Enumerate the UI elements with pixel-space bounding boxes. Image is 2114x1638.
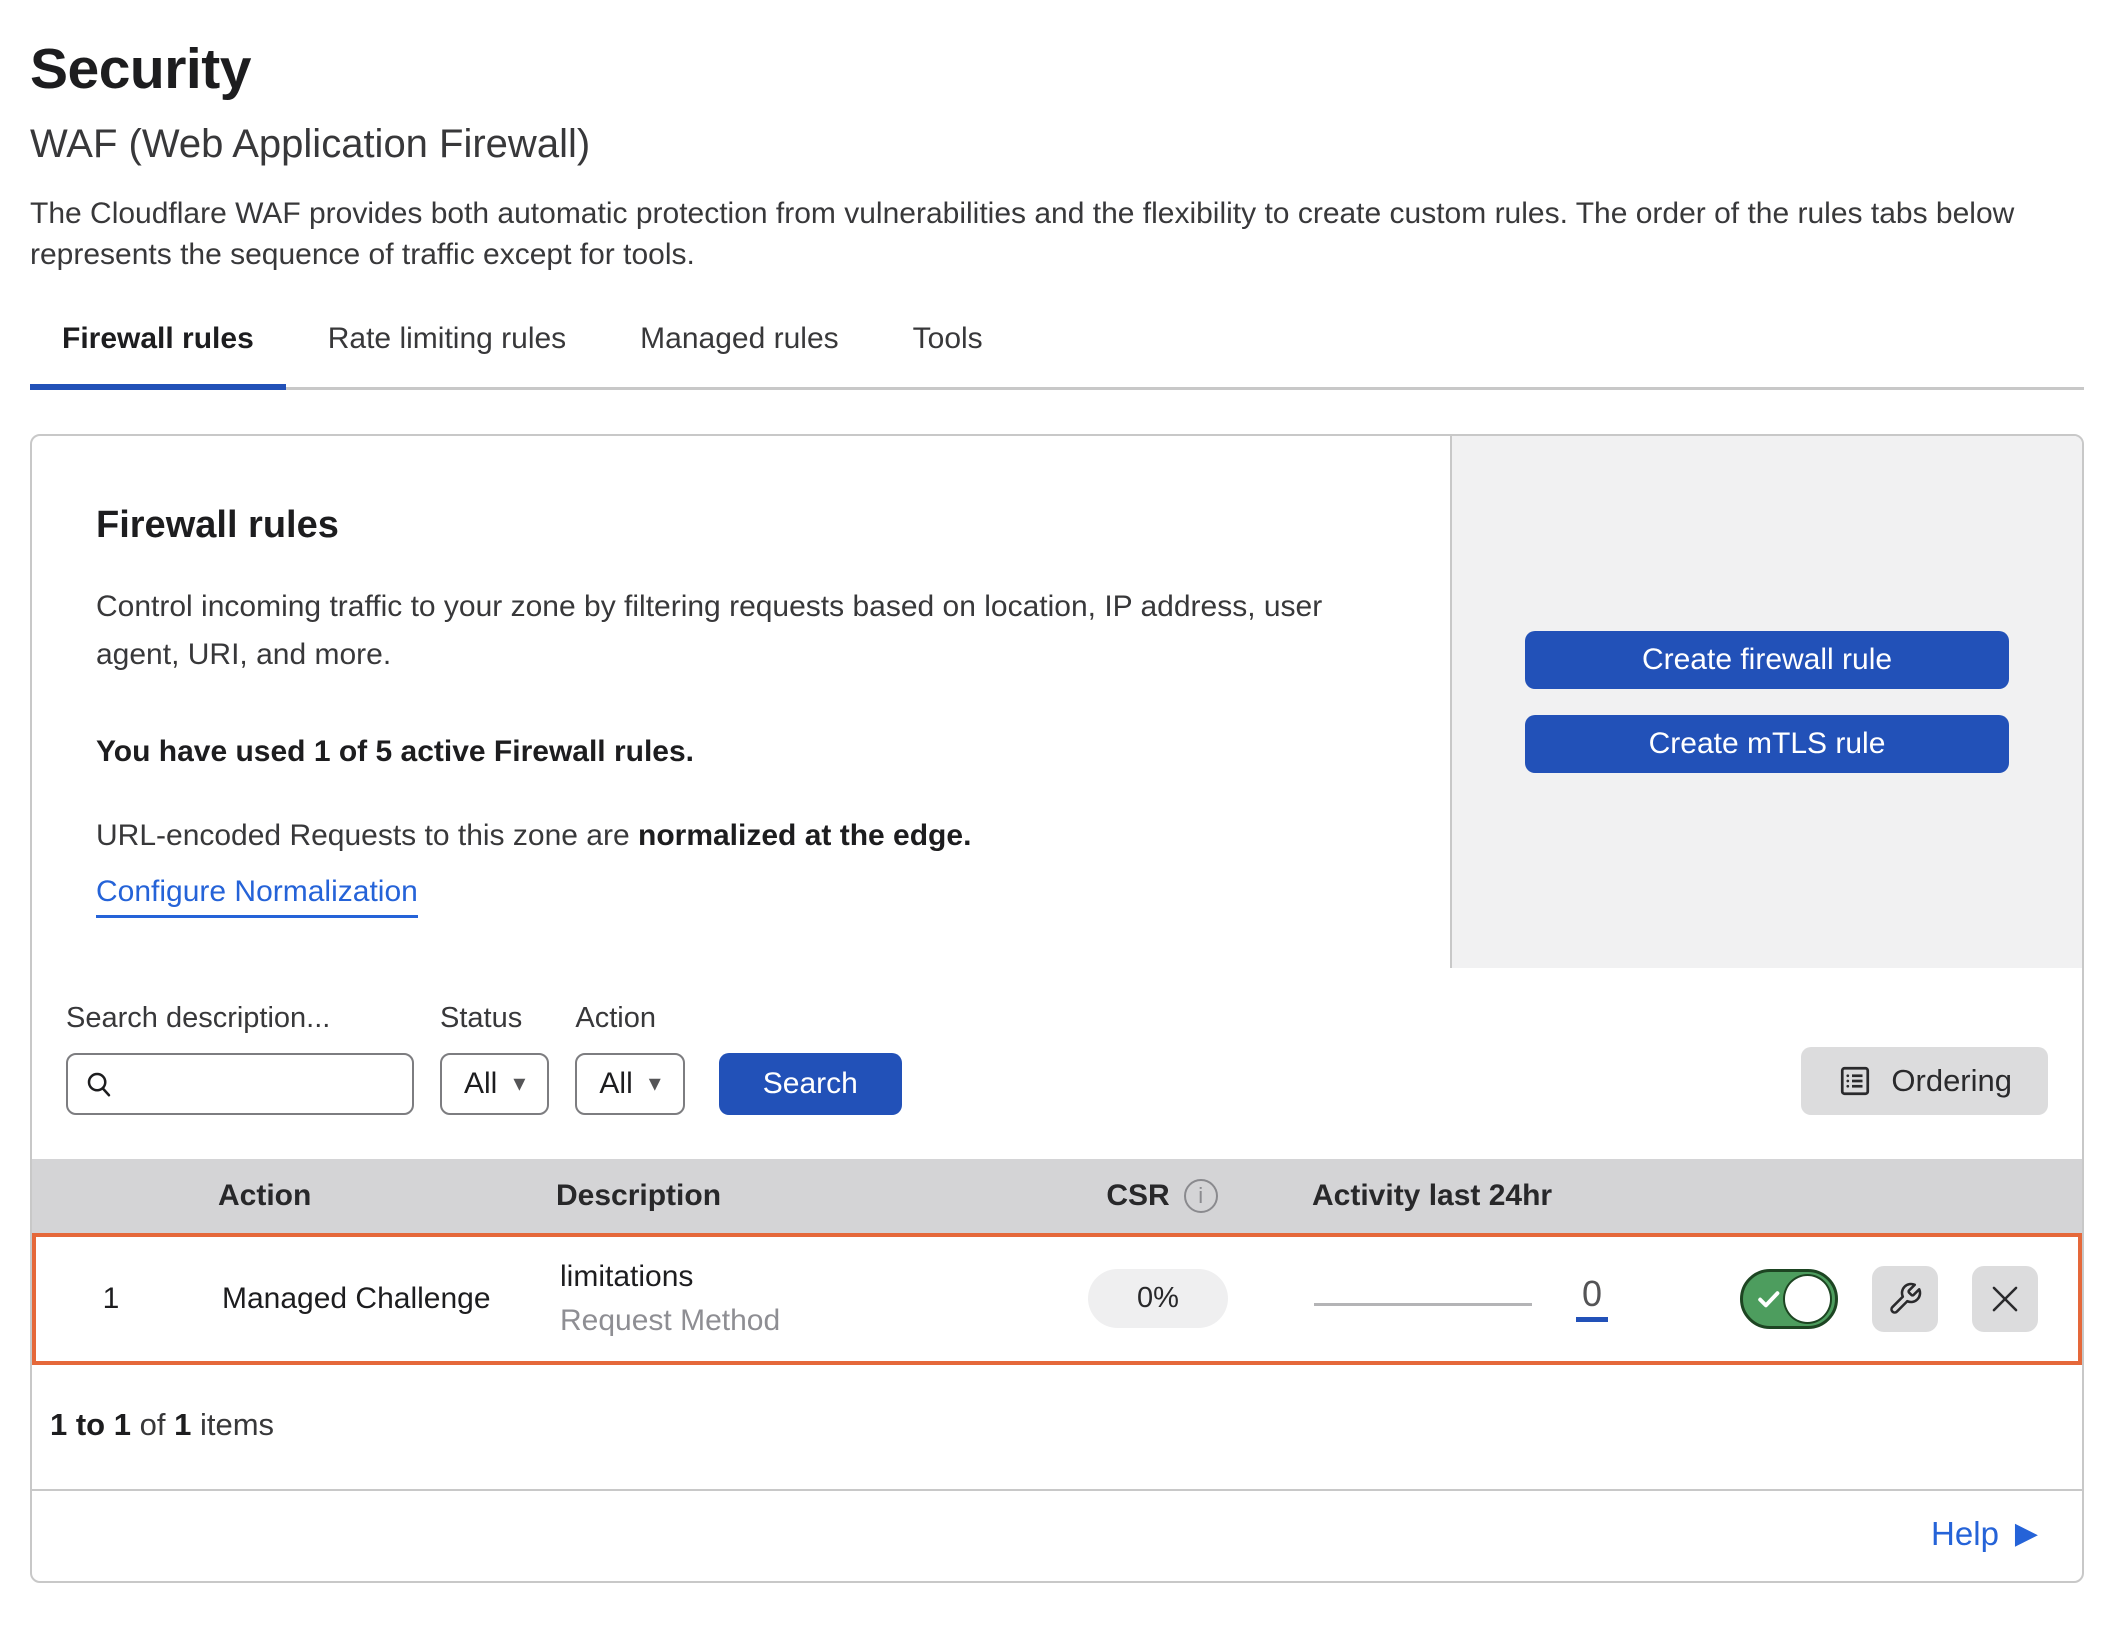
csr-badge: 0% xyxy=(1088,1269,1228,1328)
edit-rule-button[interactable] xyxy=(1872,1266,1938,1332)
rule-csr-cell: 0% xyxy=(1008,1269,1308,1328)
tab-tools[interactable]: Tools xyxy=(881,322,1015,390)
header-action: Action xyxy=(182,1179,542,1213)
table-row: 1 Managed Challenge limitations Request … xyxy=(32,1233,2082,1365)
tab-firewall-rules[interactable]: Firewall rules xyxy=(30,322,286,390)
page-intro: The Cloudflare WAF provides both automat… xyxy=(30,193,2084,276)
header-description: Description xyxy=(542,1179,1012,1213)
rule-controls xyxy=(1738,1266,2078,1332)
tab-rate-limiting-rules[interactable]: Rate limiting rules xyxy=(296,322,598,390)
action-dropdown-value: All xyxy=(599,1067,632,1101)
rule-match-field: Request Method xyxy=(560,1304,1008,1338)
rule-priority: 1 xyxy=(36,1282,186,1316)
search-label: Search description... xyxy=(66,1002,414,1035)
action-label: Action xyxy=(575,1002,684,1035)
help-link[interactable]: Help xyxy=(1931,1515,1999,1553)
activity-count-link[interactable]: 0 xyxy=(1576,1275,1608,1322)
arrow-right-icon: ▶ xyxy=(2015,1519,2038,1549)
tab-bar: Firewall rules Rate limiting rules Manag… xyxy=(30,322,2084,390)
card-info: Firewall rules Control incoming traffic … xyxy=(32,436,1450,968)
filter-bar: Search description... Status All ▾ Actio… xyxy=(32,968,2082,1159)
rule-description-cell: limitations Request Method xyxy=(546,1260,1008,1338)
search-box xyxy=(66,1053,414,1115)
rule-activity-cell: 0 xyxy=(1308,1275,1738,1322)
activity-sparkline xyxy=(1314,1303,1532,1306)
header-activity: Activity last 24hr xyxy=(1312,1179,1742,1213)
info-icon[interactable]: i xyxy=(1184,1179,1218,1213)
search-input[interactable] xyxy=(124,1067,396,1101)
normalization-note-bold: normalized at the edge. xyxy=(638,819,971,852)
status-label: Status xyxy=(440,1002,549,1035)
action-filter-group: Action All ▾ xyxy=(575,1002,684,1115)
pagination-range: 1 to 1 xyxy=(50,1407,131,1442)
tab-managed-rules[interactable]: Managed rules xyxy=(608,322,870,390)
page-title: Security xyxy=(30,36,2084,102)
delete-rule-button[interactable] xyxy=(1972,1266,2038,1332)
check-icon xyxy=(1755,1285,1783,1313)
pagination-total: 1 xyxy=(174,1407,191,1442)
ordering-list-icon xyxy=(1837,1063,1873,1099)
ordering-button-label: Ordering xyxy=(1891,1063,2012,1099)
firewall-rules-card: Firewall rules Control incoming traffic … xyxy=(30,434,2084,1583)
header-csr-label: CSR xyxy=(1106,1179,1169,1213)
status-dropdown[interactable]: All ▾ xyxy=(440,1053,549,1115)
normalization-note-prefix: URL-encoded Requests to this zone are xyxy=(96,819,630,852)
status-dropdown-value: All xyxy=(464,1067,497,1101)
table-header: Action Description CSR i Activity last 2… xyxy=(32,1159,2082,1233)
chevron-down-icon: ▾ xyxy=(649,1069,661,1098)
search-button[interactable]: Search xyxy=(719,1053,902,1115)
configure-normalization-link[interactable]: Configure Normalization xyxy=(96,875,418,918)
wrench-icon xyxy=(1887,1281,1923,1317)
rule-action: Managed Challenge xyxy=(186,1282,546,1316)
action-dropdown[interactable]: All ▾ xyxy=(575,1053,684,1115)
pagination-items-label: items xyxy=(200,1407,274,1442)
normalization-note: URL-encoded Requests to this zone are no… xyxy=(96,819,1386,853)
toggle-knob xyxy=(1783,1274,1832,1324)
search-icon xyxy=(84,1069,114,1099)
header-csr: CSR i xyxy=(1012,1179,1312,1213)
search-group: Search description... xyxy=(66,1002,414,1115)
create-firewall-rule-button[interactable]: Create firewall rule xyxy=(1525,631,2009,689)
ordering-button[interactable]: Ordering xyxy=(1801,1047,2048,1115)
close-icon xyxy=(1986,1280,2024,1318)
page-subtitle: WAF (Web Application Firewall) xyxy=(30,122,2084,167)
card-heading: Firewall rules xyxy=(96,504,1386,547)
card-top-section: Firewall rules Control incoming traffic … xyxy=(32,436,2082,968)
card-description: Control incoming traffic to your zone by… xyxy=(96,583,1386,679)
pagination-of-label: of xyxy=(140,1407,166,1442)
rule-enabled-toggle[interactable] xyxy=(1740,1269,1838,1329)
usage-summary: You have used 1 of 5 active Firewall rul… xyxy=(96,735,1386,769)
card-actions-panel: Create firewall rule Create mTLS rule xyxy=(1450,436,2082,968)
pagination-summary: 1 to 1 of 1 items xyxy=(32,1365,2082,1491)
security-waf-page: Security WAF (Web Application Firewall) … xyxy=(0,0,2114,1583)
status-filter-group: Status All ▾ xyxy=(440,1002,549,1115)
chevron-down-icon: ▾ xyxy=(513,1069,525,1098)
rule-description: limitations xyxy=(560,1260,1008,1294)
help-bar: Help ▶ xyxy=(32,1491,2082,1581)
create-mtls-rule-button[interactable]: Create mTLS rule xyxy=(1525,715,2009,773)
